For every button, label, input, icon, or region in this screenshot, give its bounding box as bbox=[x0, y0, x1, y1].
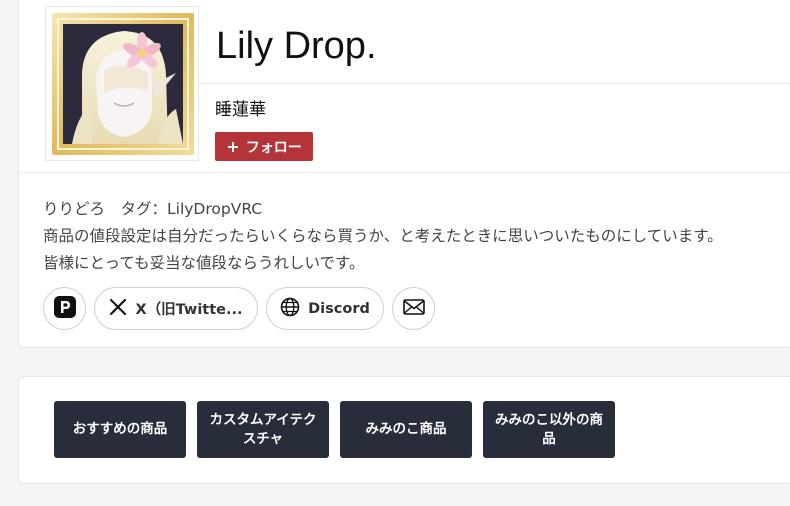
divider bbox=[19, 172, 790, 173]
mail-icon bbox=[402, 298, 425, 319]
follow-button[interactable]: + フォロー bbox=[215, 132, 313, 161]
mail-link[interactable] bbox=[392, 287, 435, 330]
social-links: X（旧Twitte... Discord bbox=[43, 287, 435, 331]
globe-icon bbox=[280, 297, 300, 321]
discord-link-label: Discord bbox=[308, 300, 370, 317]
x-icon bbox=[109, 298, 127, 320]
plus-icon: + bbox=[226, 136, 240, 156]
avatar-image bbox=[52, 13, 194, 155]
title-row: Lily Drop. bbox=[199, 0, 790, 84]
shop-title: Lily Drop. bbox=[216, 25, 377, 67]
description-line: りりどろ タグ：LilyDropVRC bbox=[43, 200, 263, 218]
follow-label: フォロー bbox=[245, 139, 302, 156]
category-button-custom-eye-texture[interactable]: カスタムアイテクスチャ bbox=[197, 401, 329, 458]
category-button-mimino-products[interactable]: みみのこ商品 bbox=[340, 401, 472, 458]
x-link[interactable]: X（旧Twitte... bbox=[94, 287, 258, 330]
shop-subtitle: 睡蓮華 bbox=[215, 100, 266, 120]
x-link-label: X（旧Twitte... bbox=[135, 302, 243, 318]
category-button-non-mimino-products[interactable]: みみのこ以外の商品 bbox=[483, 401, 615, 458]
shop-description: りりどろ タグ：LilyDropVRC 商品の値段設定は自分だったらいくらなら買… bbox=[43, 196, 790, 277]
discord-link[interactable]: Discord bbox=[266, 287, 384, 330]
category-button-recommended[interactable]: おすすめの商品 bbox=[54, 401, 186, 458]
category-card: おすすめの商品 カスタムアイテクスチャ みみのこ商品 みみのこ以外の商品 bbox=[18, 376, 790, 484]
shop-profile-card: Lily Drop. 睡蓮華 + フォロー りりどろ タグ：LilyDropVR… bbox=[18, 0, 790, 348]
description-line: 皆様にとっても妥当な値段ならうれしいです。 bbox=[43, 254, 365, 272]
pixiv-link[interactable] bbox=[43, 287, 86, 330]
pixiv-icon bbox=[53, 295, 76, 322]
shop-avatar[interactable] bbox=[45, 6, 199, 161]
description-line: 商品の値段設定は自分だったらいくらなら買うか、と考えたときに思いついたものにして… bbox=[43, 227, 723, 245]
